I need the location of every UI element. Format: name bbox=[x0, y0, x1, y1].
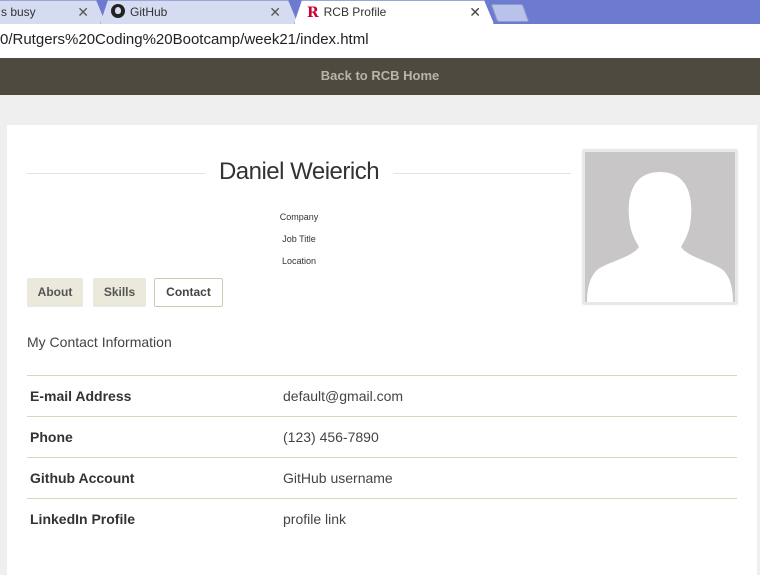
close-tab-icon[interactable]: ✕ bbox=[269, 1, 281, 24]
browser-tab-rcb-profile[interactable]: R RCB Profile ✕ bbox=[294, 0, 494, 24]
contact-label: Github Account bbox=[27, 457, 280, 499]
name-header: Daniel Weierich bbox=[27, 155, 571, 191]
browser-tabstrip: s busy ✕ GitHub ✕ R RCB Profile ✕ bbox=[0, 0, 760, 24]
profile-job-title: Job Title bbox=[282, 234, 316, 244]
browser-tab-github[interactable]: GitHub ✕ bbox=[100, 0, 298, 24]
top-navbar: Back to RCB Home bbox=[0, 58, 760, 95]
contact-value: profile link bbox=[280, 498, 737, 539]
contact-value: GitHub username bbox=[280, 457, 737, 499]
tab-about[interactable]: About bbox=[27, 278, 83, 307]
contact-label: LinkedIn Profile bbox=[27, 498, 280, 539]
contact-label: E-mail Address bbox=[27, 375, 280, 417]
default-user-icon bbox=[585, 152, 735, 302]
table-row: LinkedIn Profile profile link bbox=[27, 498, 737, 539]
address-bar[interactable]: 0/Rutgers%20Coding%20Bootcamp/week21/ind… bbox=[0, 24, 760, 59]
avatar bbox=[583, 150, 737, 304]
browser-tab-title: s busy bbox=[1, 5, 36, 19]
table-row: Phone (123) 456-7890 bbox=[27, 416, 737, 458]
contact-value: (123) 456-7890 bbox=[280, 416, 737, 458]
url-text[interactable]: 0/Rutgers%20Coding%20Bootcamp/week21/ind… bbox=[0, 31, 369, 48]
profile-name: Daniel Weierich bbox=[204, 158, 394, 185]
contact-label: Phone bbox=[27, 416, 280, 458]
tab-contact[interactable]: Contact bbox=[154, 278, 223, 307]
contact-value: default@gmail.com bbox=[280, 375, 737, 417]
profile-company: Company bbox=[279, 212, 319, 222]
table-row: E-mail Address default@gmail.com bbox=[27, 375, 737, 417]
browser-tab-1[interactable]: s busy ✕ bbox=[0, 0, 106, 24]
rutgers-r-icon: R bbox=[307, 5, 319, 21]
tab-skills[interactable]: Skills bbox=[93, 278, 146, 307]
close-tab-icon[interactable]: ✕ bbox=[77, 1, 89, 24]
contact-section-title: My Contact Information bbox=[27, 334, 172, 350]
back-to-home-link[interactable]: Back to RCB Home bbox=[0, 68, 760, 83]
browser-tab-title: RCB Profile bbox=[323, 5, 387, 19]
close-tab-icon[interactable]: ✕ bbox=[469, 1, 481, 24]
profile-card: Daniel Weierich Company Job Title Locati… bbox=[7, 125, 757, 575]
profile-location: Location bbox=[281, 256, 317, 266]
contact-table: E-mail Address default@gmail.com Phone (… bbox=[27, 375, 737, 539]
table-row: Github Account GitHub username bbox=[27, 457, 737, 499]
new-tab-button[interactable] bbox=[490, 4, 530, 22]
github-icon bbox=[111, 4, 125, 18]
browser-tab-title: GitHub bbox=[130, 5, 168, 19]
